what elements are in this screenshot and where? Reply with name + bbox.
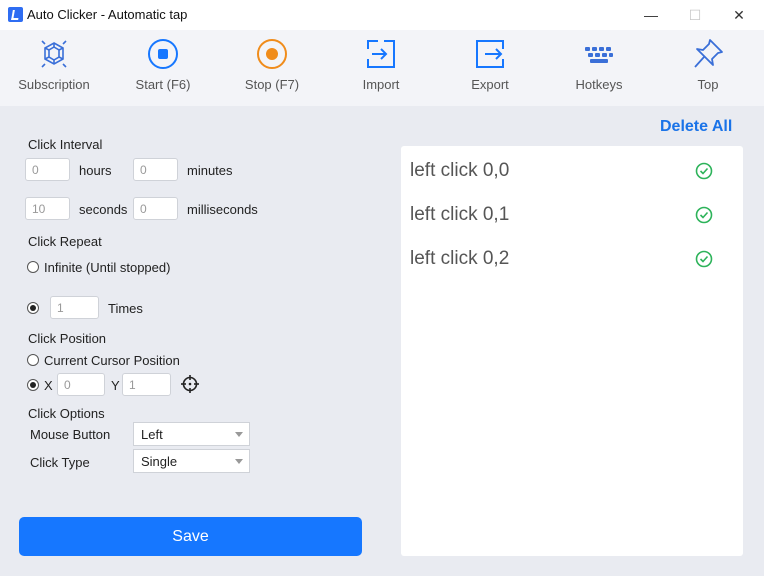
y-coordinate-input[interactable]: 1 [122, 373, 171, 396]
app-logo-icon [8, 7, 23, 22]
start-icon [148, 39, 178, 69]
subscription-button[interactable]: Subscription [4, 30, 104, 106]
keyboard-icon [585, 47, 613, 63]
stop-label: Stop (F7) [244, 77, 300, 92]
top-button[interactable]: Top [658, 30, 758, 106]
hours-label: hours [79, 163, 112, 178]
title-bar: Auto Clicker - Automatic tap — ☐ ✕ [0, 0, 764, 30]
close-button[interactable]: ✕ [716, 0, 762, 30]
check-circle-icon [695, 206, 713, 224]
click-options-heading: Click Options [28, 406, 105, 421]
xy-position-radio[interactable] [27, 379, 39, 391]
milliseconds-input[interactable]: 0 [133, 197, 178, 220]
minutes-input[interactable]: 0 [133, 158, 178, 181]
click-repeat-heading: Click Repeat [28, 234, 102, 249]
window-title: Auto Clicker - Automatic tap [27, 7, 188, 22]
list-item[interactable]: left click 0,1 [401, 192, 743, 236]
list-item-text: left click 0,2 [410, 248, 510, 269]
current-cursor-label: Current Cursor Position [44, 353, 180, 368]
click-type-label: Click Type [30, 455, 90, 470]
minutes-label: minutes [187, 163, 233, 178]
x-label: X [44, 378, 53, 393]
mouse-button-value: Left [141, 427, 163, 442]
times-radio[interactable] [27, 302, 39, 314]
start-label: Start (F6) [135, 77, 191, 92]
start-button[interactable]: Start (F6) [113, 30, 213, 106]
click-interval-heading: Click Interval [28, 137, 103, 152]
subscription-gem-icon [41, 40, 67, 68]
save-button[interactable]: Save [19, 517, 362, 556]
maximize-button[interactable]: ☐ [672, 0, 718, 30]
hotkeys-button[interactable]: Hotkeys [549, 30, 649, 106]
x-coordinate-input[interactable]: 0 [57, 373, 105, 396]
hours-input[interactable]: 0 [25, 158, 70, 181]
check-circle-icon [695, 162, 713, 180]
minimize-button[interactable]: — [628, 0, 674, 30]
list-item-text: left click 0,1 [410, 204, 510, 225]
current-cursor-radio[interactable] [27, 354, 39, 366]
infinite-radio[interactable] [27, 261, 39, 273]
list-item-text: left click 0,0 [410, 160, 510, 181]
export-label: Export [471, 77, 509, 92]
milliseconds-label: milliseconds [187, 202, 258, 217]
crosshair-pick-icon[interactable] [180, 374, 200, 394]
times-input[interactable]: 1 [50, 296, 99, 319]
delete-all-button[interactable]: Delete All [660, 118, 732, 136]
seconds-input[interactable]: 10 [25, 197, 70, 220]
import-label: Import [362, 77, 400, 92]
import-icon [367, 40, 395, 68]
check-circle-icon [695, 250, 713, 268]
seconds-label: seconds [79, 202, 128, 217]
pin-icon [694, 39, 723, 68]
hotkeys-label: Hotkeys [575, 77, 623, 92]
click-position-heading: Click Position [28, 331, 107, 346]
chevron-down-icon [235, 459, 243, 464]
top-label: Top [697, 77, 719, 92]
chevron-down-icon [235, 432, 243, 437]
import-button[interactable]: Import [331, 30, 431, 106]
list-item[interactable]: left click 0,0 [401, 148, 743, 192]
infinite-label: Infinite (Until stopped) [44, 260, 171, 275]
main-area: Click Interval 0 hours 0 minutes 10 seco… [0, 106, 764, 576]
subscription-label: Subscription [18, 77, 90, 92]
mouse-button-select[interactable]: Left [133, 422, 250, 446]
export-button[interactable]: Export [440, 30, 540, 106]
toolbar: Subscription Start (F6) Stop (F7) Import [0, 30, 764, 106]
y-label: Y [111, 378, 120, 393]
stop-button[interactable]: Stop (F7) [222, 30, 322, 106]
click-type-value: Single [141, 454, 178, 469]
stop-icon [257, 39, 287, 69]
mouse-button-label: Mouse Button [30, 427, 111, 442]
click-type-select[interactable]: Single [133, 449, 250, 473]
list-item[interactable]: left click 0,2 [401, 236, 743, 280]
click-list-panel: left click 0,0 left click 0,1 left click… [401, 146, 743, 556]
export-icon [476, 40, 504, 68]
times-label: Times [108, 301, 143, 316]
